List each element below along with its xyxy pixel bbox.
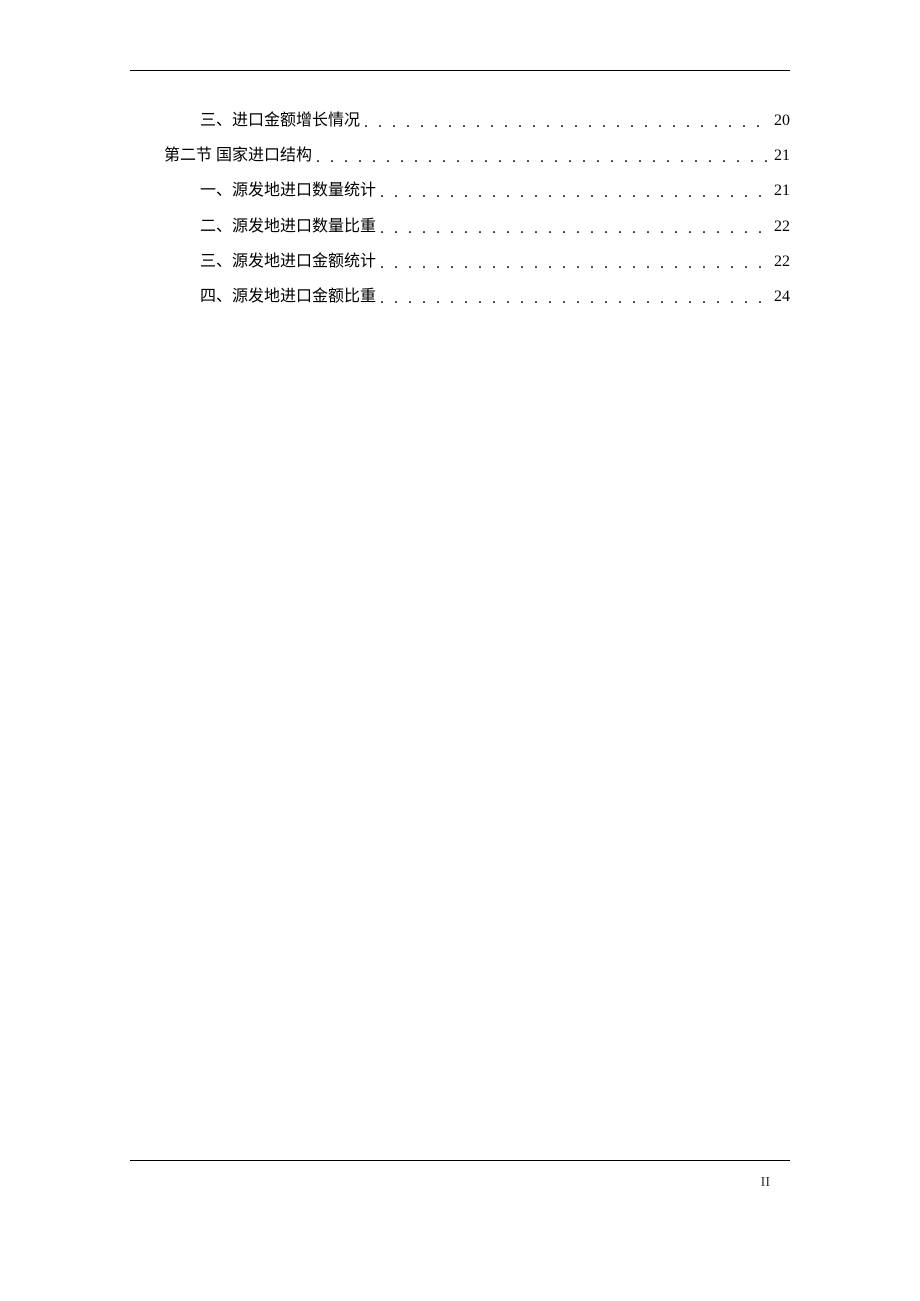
- toc-leader-dots: [380, 246, 770, 281]
- toc-leader-dots: [380, 175, 770, 210]
- toc-entry-page: 21: [774, 138, 790, 173]
- document-page: 三、进口金额增长情况 20 第二节 国家进口结构 21 一、源发地进口数量统计 …: [0, 0, 920, 1301]
- page-number: II: [761, 1175, 770, 1191]
- toc-entry-label: 三、源发地进口金额统计: [200, 244, 376, 279]
- footer-divider: [130, 1160, 790, 1161]
- toc-leader-dots: [380, 211, 770, 246]
- toc-leader-dots: [316, 140, 770, 175]
- toc-entry-page: 22: [774, 244, 790, 279]
- toc-entry: 一、源发地进口数量统计 21: [130, 173, 790, 208]
- toc-entry-label: 四、源发地进口金额比重: [200, 279, 376, 314]
- toc-entry: 三、源发地进口金额统计 22: [130, 244, 790, 279]
- header-divider: [130, 70, 790, 71]
- toc-leader-dots: [380, 281, 770, 316]
- toc-entry-page: 20: [774, 103, 790, 138]
- toc-entry: 第二节 国家进口结构 21: [130, 138, 790, 173]
- toc-entry-page: 22: [774, 209, 790, 244]
- toc-entry-label: 三、进口金额增长情况: [200, 103, 360, 138]
- toc-entry-page: 24: [774, 279, 790, 314]
- toc-entry-page: 21: [774, 173, 790, 208]
- toc-leader-dots: [364, 105, 770, 140]
- toc-entry-label: 第二节 国家进口结构: [164, 138, 312, 173]
- toc-entry: 四、源发地进口金额比重 24: [130, 279, 790, 314]
- toc-entry-label: 一、源发地进口数量统计: [200, 173, 376, 208]
- toc-entry: 三、进口金额增长情况 20: [130, 103, 790, 138]
- toc-entry: 二、源发地进口数量比重 22: [130, 209, 790, 244]
- toc-entry-label: 二、源发地进口数量比重: [200, 209, 376, 244]
